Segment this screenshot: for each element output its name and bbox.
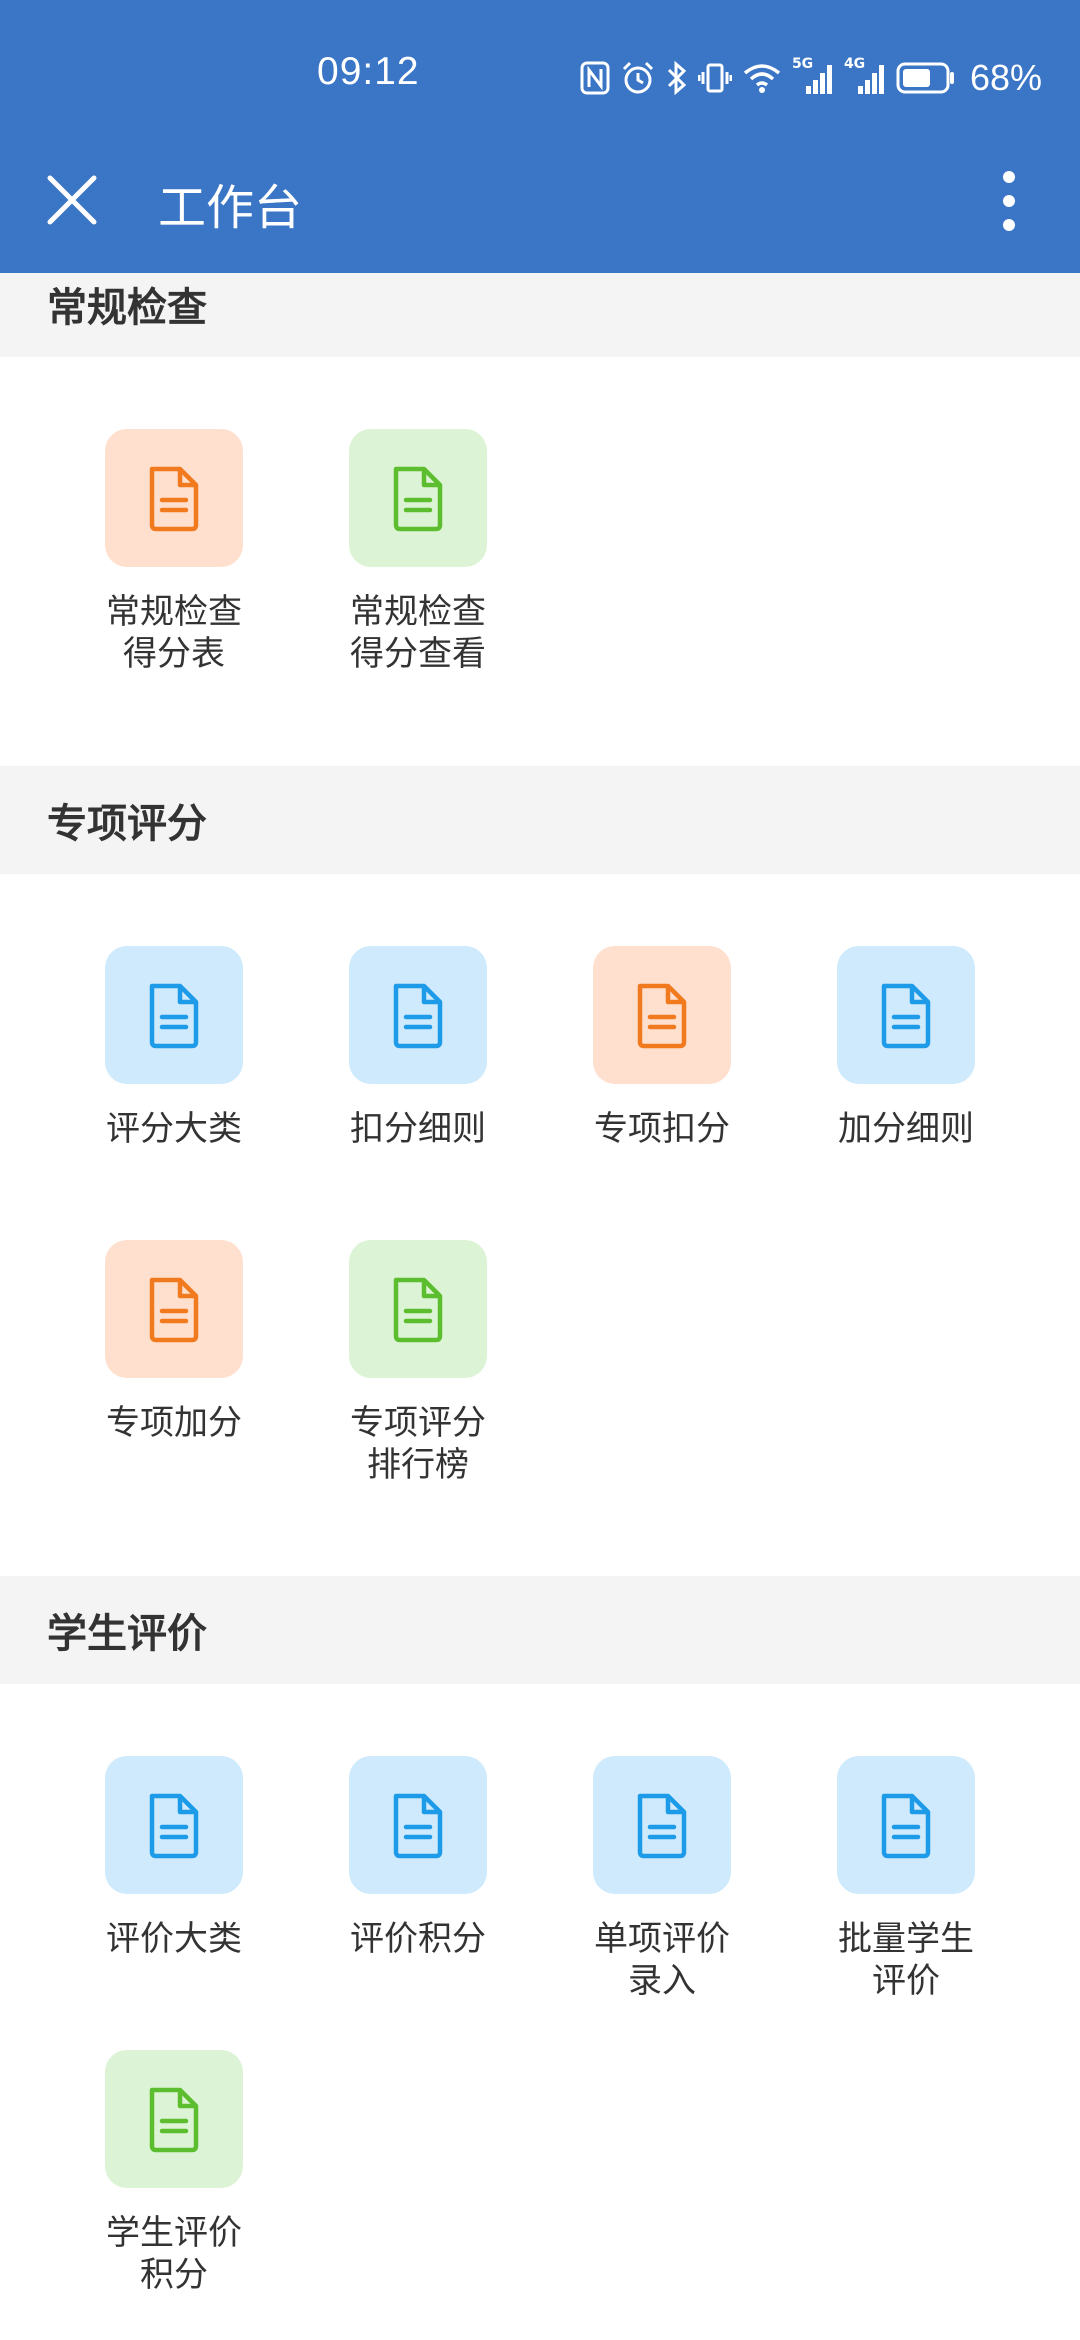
workbench-tile[interactable]: 扣分细则 bbox=[296, 946, 540, 1150]
workbench-tile[interactable]: 专项扣分 bbox=[540, 946, 784, 1150]
workbench-tile[interactable]: 常规检查 得分表 bbox=[52, 429, 296, 675]
document-icon-box bbox=[105, 2050, 243, 2188]
section-header-student-evaluation: 学生评价 bbox=[0, 1576, 1080, 1684]
section-title: 学生评价 bbox=[47, 1611, 207, 1657]
signal-4g-icon: 4G bbox=[844, 56, 886, 96]
document-icon bbox=[393, 1277, 443, 1343]
workbench-content[interactable]: 常规检查 常规检查 得分表 常规检查 得分查看 专项评分 评分大类 扣分细则 专项扣分… bbox=[0, 273, 1080, 2340]
tile-label: 评价积分 bbox=[350, 1919, 486, 1959]
nfc-icon bbox=[580, 61, 610, 95]
workbench-tile[interactable]: 评价积分 bbox=[296, 1756, 540, 1960]
document-icon bbox=[149, 2087, 199, 2153]
alarm-icon bbox=[622, 61, 653, 94]
status-time: 09:12 bbox=[317, 50, 420, 93]
document-icon-box bbox=[837, 946, 975, 1084]
tile-label: 学生评价 积分 bbox=[106, 2213, 242, 2295]
signal-5g-icon: 5G bbox=[792, 56, 834, 96]
section-grid-student-evaluation: 评价大类 评价积分 单项评价 录入 批量学生 评价学生评价 积分 bbox=[0, 1684, 1080, 2340]
wifi-icon bbox=[743, 64, 781, 93]
document-icon bbox=[393, 466, 443, 532]
tile-label: 扣分细则 bbox=[350, 1109, 486, 1149]
document-icon-box bbox=[593, 946, 731, 1084]
tile-label: 专项评分 排行榜 bbox=[350, 1403, 486, 1485]
document-icon bbox=[149, 466, 199, 532]
document-icon bbox=[881, 1793, 931, 1859]
vibrate-icon bbox=[697, 63, 732, 93]
tile-label: 专项扣分 bbox=[594, 1109, 730, 1149]
more-vertical-icon[interactable] bbox=[985, 166, 1033, 236]
workbench-tile[interactable]: 评价大类 bbox=[52, 1756, 296, 1960]
section-grid-routine-check: 常规检查 得分表 常规检查 得分查看 bbox=[0, 357, 1080, 766]
document-icon bbox=[393, 983, 443, 1049]
page-title: 工作台 bbox=[158, 180, 303, 236]
workbench-tile[interactable]: 加分细则 bbox=[784, 946, 1028, 1150]
close-icon[interactable] bbox=[42, 170, 102, 230]
document-icon bbox=[881, 983, 931, 1049]
document-icon-box bbox=[349, 1240, 487, 1378]
document-icon-box bbox=[105, 946, 243, 1084]
document-icon bbox=[149, 1277, 199, 1343]
document-icon-box bbox=[349, 429, 487, 567]
workbench-tile[interactable]: 专项加分 bbox=[52, 1240, 296, 1444]
tile-label: 评价大类 bbox=[106, 1919, 242, 1959]
document-icon-box bbox=[105, 429, 243, 567]
bluetooth-icon bbox=[667, 60, 687, 96]
document-icon bbox=[637, 983, 687, 1049]
tile-label: 单项评价 录入 bbox=[594, 1919, 730, 2001]
tile-label: 常规检查 得分表 bbox=[106, 592, 242, 674]
workbench-tile[interactable]: 评分大类 bbox=[52, 946, 296, 1150]
workbench-tile[interactable]: 批量学生 评价 bbox=[784, 1756, 1028, 2002]
document-icon-box bbox=[349, 1756, 487, 1894]
tile-label: 加分细则 bbox=[838, 1109, 974, 1149]
document-icon-box bbox=[105, 1756, 243, 1894]
workbench-tile[interactable]: 单项评价 录入 bbox=[540, 1756, 784, 2002]
battery-icon bbox=[896, 62, 954, 94]
document-icon bbox=[637, 1793, 687, 1859]
tile-label: 常规检查 得分查看 bbox=[350, 592, 486, 674]
section-grid-special-scoring: 评分大类 扣分细则 专项扣分 加分细则专项加分 专项评分 排行榜 bbox=[0, 874, 1080, 1576]
document-icon-box bbox=[593, 1756, 731, 1894]
section-header-routine-check: 常规检查 bbox=[0, 273, 1080, 357]
document-icon-box bbox=[837, 1756, 975, 1894]
tile-label: 评分大类 bbox=[106, 1109, 242, 1149]
battery-percent: 68% bbox=[969, 57, 1042, 98]
section-header-special-scoring: 专项评分 bbox=[0, 766, 1080, 874]
tile-label: 批量学生 评价 bbox=[838, 1919, 974, 2001]
document-icon-box bbox=[105, 1240, 243, 1378]
section-title: 专项评分 bbox=[47, 801, 207, 847]
tile-label: 专项加分 bbox=[106, 1403, 242, 1443]
status-icons: 5G 4G 68% bbox=[580, 53, 1042, 103]
section-title: 常规检查 bbox=[47, 285, 207, 331]
workbench-tile[interactable]: 学生评价 积分 bbox=[52, 2050, 296, 2296]
document-icon-box bbox=[349, 946, 487, 1084]
workbench-tile[interactable]: 专项评分 排行榜 bbox=[296, 1240, 540, 1486]
document-icon bbox=[393, 1793, 443, 1859]
top-bar: 09:12 5G 4G 68% 工作台 bbox=[0, 0, 1080, 273]
document-icon bbox=[149, 1793, 199, 1859]
document-icon bbox=[149, 983, 199, 1049]
workbench-tile[interactable]: 常规检查 得分查看 bbox=[296, 429, 540, 675]
